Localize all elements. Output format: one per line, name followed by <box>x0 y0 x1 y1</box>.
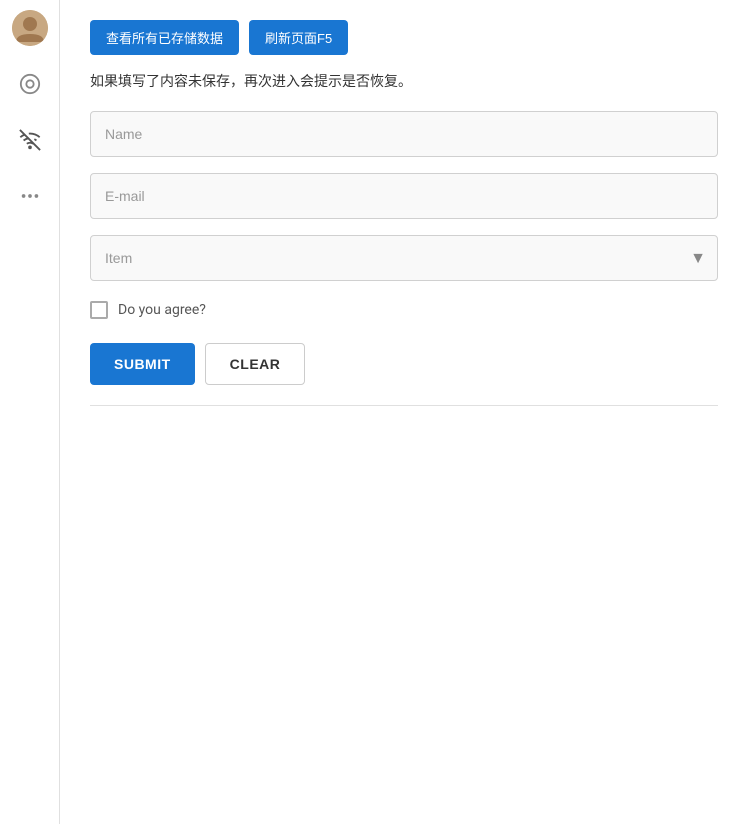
avatar[interactable] <box>12 10 48 46</box>
agree-checkbox[interactable] <box>90 301 108 319</box>
item-select[interactable]: Item Option 1 Option 2 Option 3 <box>90 235 718 281</box>
clear-button[interactable]: CLEAR <box>205 343 306 385</box>
sidebar <box>0 0 60 824</box>
dots-icon[interactable] <box>12 178 48 214</box>
view-data-button[interactable]: 查看所有已存储数据 <box>90 20 239 55</box>
main-content: 查看所有已存储数据 刷新页面F5 如果填写了内容未保存，再次进入会提示是否恢复。… <box>60 0 748 824</box>
bottom-area <box>90 406 718 706</box>
signal-icon[interactable] <box>12 66 48 102</box>
submit-button[interactable]: SUBMIT <box>90 343 195 385</box>
refresh-button[interactable]: 刷新页面F5 <box>249 20 348 55</box>
top-buttons: 查看所有已存储数据 刷新页面F5 <box>90 20 718 55</box>
action-buttons: SUBMIT CLEAR <box>90 343 718 385</box>
name-input[interactable] <box>90 111 718 157</box>
form-section: Item Option 1 Option 2 Option 3 ▼ Do you… <box>90 111 718 385</box>
wifi-off-icon[interactable] <box>12 122 48 158</box>
agree-label[interactable]: Do you agree? <box>118 302 206 318</box>
email-input[interactable] <box>90 173 718 219</box>
agree-checkbox-row: Do you agree? <box>90 301 718 319</box>
item-select-wrapper: Item Option 1 Option 2 Option 3 ▼ <box>90 235 718 281</box>
info-text: 如果填写了内容未保存，再次进入会提示是否恢复。 <box>90 71 718 91</box>
